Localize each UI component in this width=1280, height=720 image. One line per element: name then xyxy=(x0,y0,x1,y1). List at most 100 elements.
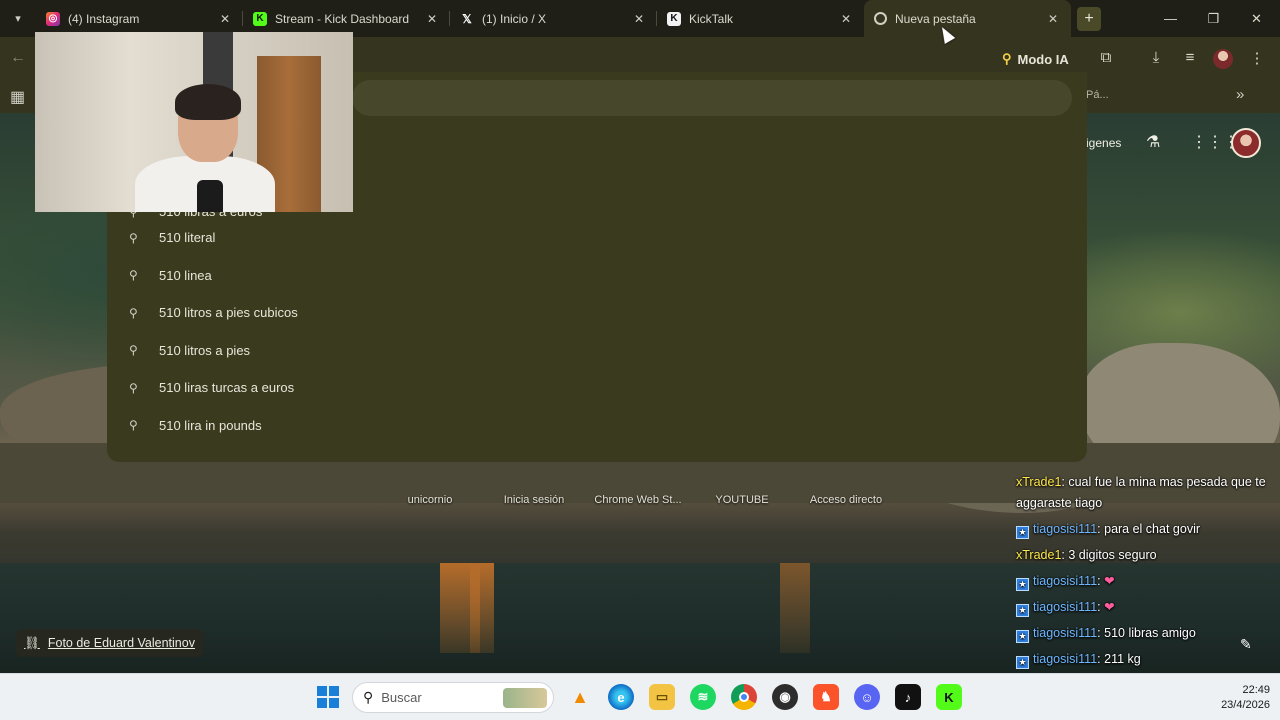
subscriber-badge-icon: ★ xyxy=(1016,604,1029,617)
search-icon: ⚲ xyxy=(129,380,138,395)
close-window-button[interactable]: ✕ xyxy=(1235,0,1278,37)
tab-x[interactable]: 𝕏 (1) Inicio / X ✕ xyxy=(450,0,657,37)
tab-kicktalk[interactable]: K KickTalk ✕ xyxy=(657,0,864,37)
chat-username: tiagosisi111 xyxy=(1033,522,1098,536)
tiktok-icon[interactable]: ♪ xyxy=(895,684,921,710)
tab-title: Nueva pestaña xyxy=(895,11,976,26)
subscriber-badge-icon: ★ xyxy=(1016,630,1029,643)
chat-username: xTrade1 xyxy=(1016,548,1062,562)
photo-credit-link[interactable]: ⛓ Foto de Eduard Valentinov xyxy=(16,629,203,657)
back-arrow-icon[interactable]: ← xyxy=(10,49,26,67)
clock-date: 23/4/2026 xyxy=(1221,699,1270,711)
suggestion-text: 510 literal xyxy=(159,230,216,246)
search-icon: ⚲ xyxy=(129,343,138,358)
suggestion-item[interactable]: ⚲ 510 liras turcas a euros xyxy=(107,369,1087,407)
chat-username: xTrade1 xyxy=(1016,475,1062,489)
suggestion-text: 510 litros a pies xyxy=(159,342,251,358)
chat-username: tiagosisi111 xyxy=(1033,626,1098,640)
chat-username: tiagosisi111 xyxy=(1033,600,1098,614)
system-clock[interactable]: 22:49 23/4/2026 xyxy=(1200,683,1270,713)
tab-title: (1) Inicio / X xyxy=(482,11,547,26)
chat-message: ★ tiagosisi111: ❤ xyxy=(1016,568,1278,594)
chrome-taskbar-icon[interactable] xyxy=(731,684,757,710)
ntp-shortcuts: unicornio Inicia sesión Chrome Web St...… xyxy=(380,494,900,514)
chat-text: : 510 libras amigo xyxy=(1097,626,1196,640)
restore-button[interactable]: ❐ xyxy=(1192,0,1235,37)
shortcut-unicornio[interactable]: unicornio xyxy=(380,494,480,506)
suggestion-item[interactable]: ⚲ 510 literal xyxy=(107,219,1087,257)
close-icon[interactable]: ✕ xyxy=(838,12,854,26)
obs-icon[interactable]: ◉ xyxy=(772,684,798,710)
suggestion-item[interactable]: ⚲ 510 litros a pies xyxy=(107,332,1087,370)
kicktalk-icon: K xyxy=(667,11,681,26)
search-icon: ⚲ xyxy=(363,689,374,705)
instagram-icon: ◎ xyxy=(46,11,60,26)
media-controls-icon[interactable]: ≡ xyxy=(1180,49,1200,69)
ai-search-icon: ⚲ xyxy=(1002,51,1012,66)
discord-icon[interactable]: ☺ xyxy=(854,684,880,710)
search-icon: ⚲ xyxy=(129,418,138,433)
chat-message: xTrade1: 3 digitos seguro xyxy=(1016,542,1278,568)
chat-message: ★ tiagosisi111: ❤ xyxy=(1016,594,1278,620)
shortcut-youtube[interactable]: YOUTUBE xyxy=(692,494,792,506)
tab-title: (4) Instagram xyxy=(68,11,140,26)
extensions-icon[interactable]: ⧉ xyxy=(1096,49,1116,69)
close-icon[interactable]: ✕ xyxy=(1045,12,1061,26)
clock-time: 22:49 xyxy=(1242,684,1270,696)
suggestion-text: 510 linea xyxy=(159,267,212,283)
omnibox-input[interactable] xyxy=(352,80,1072,116)
shortcut-chrome-web-store[interactable]: Chrome Web St... xyxy=(588,494,688,506)
bookmark-truncated[interactable]: Pá... xyxy=(1086,89,1109,101)
chrome-icon xyxy=(874,12,887,25)
chat-message: ★ tiagosisi111: para el chat govir xyxy=(1016,516,1278,542)
suggestion-list: ⚲ 510 libras a euros ⚲ 510 literal ⚲ 510… xyxy=(107,199,1087,444)
taskbar-search-placeholder: Buscar xyxy=(381,690,422,705)
suggestion-item[interactable]: ⚲ 510 linea xyxy=(107,257,1087,295)
vlc-icon[interactable]: ▲ xyxy=(567,684,593,710)
chat-username: tiagosisi111 xyxy=(1033,652,1098,666)
search-icon: ⚲ xyxy=(129,230,138,245)
brave-icon[interactable]: ♞ xyxy=(813,684,839,710)
close-icon[interactable]: ✕ xyxy=(217,12,233,26)
stream-chat-overlay: xTrade1: cual fue la mina mas pesada que… xyxy=(1016,470,1278,672)
search-icon: ⚲ xyxy=(129,305,138,320)
chat-message: ★ tiagosisi111: 211 kg xyxy=(1016,646,1278,672)
minimize-button[interactable]: — xyxy=(1149,0,1192,37)
chat-message: ★ tiagosisi111: 510 libras amigo xyxy=(1016,620,1278,646)
chat-text: : 211 kg xyxy=(1097,652,1141,666)
apps-grid-icon[interactable]: ▦ xyxy=(10,87,25,107)
tab-new-tab[interactable]: Nueva pestaña ✕ xyxy=(864,0,1071,37)
shortcut-sign-in[interactable]: Inicia sesión xyxy=(484,494,584,506)
heart-emote-icon: ❤ xyxy=(1104,574,1115,588)
chevron-double-right-icon[interactable]: » xyxy=(1236,86,1244,103)
microphone-icon xyxy=(197,180,223,212)
chat-message: xTrade1: cual fue la mina mas pesada que… xyxy=(1016,470,1278,516)
x-icon: 𝕏 xyxy=(462,11,472,26)
kick-taskbar-icon[interactable]: K xyxy=(936,684,962,710)
download-icon[interactable]: ⤓ xyxy=(1146,49,1166,69)
edge-icon[interactable]: e xyxy=(608,684,634,710)
menu-kebab-icon[interactable]: ⋮ xyxy=(1247,49,1267,69)
suggestion-item[interactable]: ⚲ 510 litros a pies cubicos xyxy=(107,294,1087,332)
new-tab-button[interactable]: + xyxy=(1077,6,1101,31)
profile-avatar[interactable] xyxy=(1213,49,1233,69)
edit-pencil-icon[interactable]: ✎ xyxy=(1240,636,1252,653)
shortcut-direct-access[interactable]: Acceso directo xyxy=(796,494,896,506)
file-explorer-icon[interactable]: ▭ xyxy=(649,684,675,710)
taskbar-search[interactable]: ⚲ Buscar xyxy=(352,682,554,713)
google-images-link[interactable]: igenes xyxy=(1086,136,1121,150)
suggestion-text: 510 lira in pounds xyxy=(159,417,262,433)
chat-text: : 3 digitos seguro xyxy=(1061,548,1157,562)
subscriber-badge-icon: ★ xyxy=(1016,526,1029,539)
ai-mode-button[interactable]: ⚲ Modo IA xyxy=(994,46,1077,72)
subscriber-badge-icon: ★ xyxy=(1016,656,1029,669)
webcam-overlay xyxy=(35,32,353,212)
close-icon[interactable]: ✕ xyxy=(631,12,647,26)
tab-search-icon[interactable]: ▾ xyxy=(0,0,36,37)
windows-start-icon[interactable] xyxy=(317,686,339,708)
labs-flask-icon[interactable]: ⚗ xyxy=(1146,132,1160,152)
suggestion-item[interactable]: ⚲ 510 lira in pounds xyxy=(107,407,1087,445)
close-icon[interactable]: ✕ xyxy=(424,12,440,26)
account-avatar[interactable] xyxy=(1231,128,1261,158)
spotify-icon[interactable]: ≋ xyxy=(690,684,716,710)
